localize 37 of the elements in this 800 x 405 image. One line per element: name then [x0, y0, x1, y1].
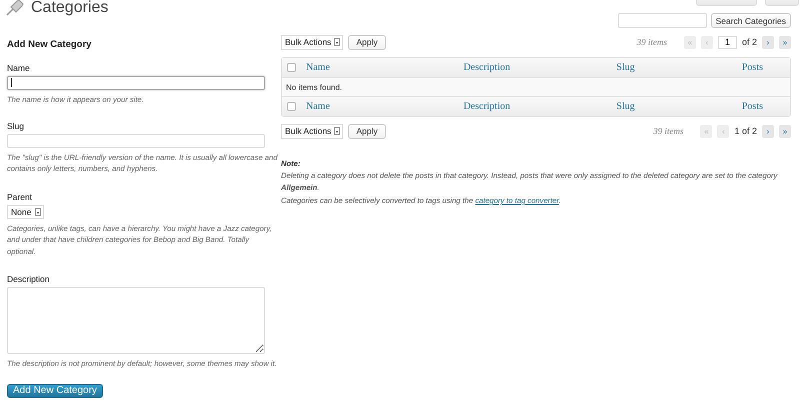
- column-header[interactable]: Posts: [742, 62, 763, 73]
- field-label: Description: [7, 274, 51, 284]
- page-indicator: 1 of 2: [734, 126, 757, 136]
- item-count: 39 items: [636, 37, 667, 47]
- apply-button[interactable]: Apply: [348, 34, 386, 50]
- page-number-field[interactable]: 1: [718, 36, 737, 48]
- page-nav-button[interactable]: »: [779, 36, 791, 48]
- page-nav-button[interactable]: ›: [762, 36, 774, 48]
- form-heading: Add New Category: [7, 39, 92, 52]
- field-label: Name: [7, 63, 31, 73]
- text-field[interactable]: [7, 76, 265, 90]
- add-category-button[interactable]: Add New Category: [7, 384, 103, 398]
- column-header[interactable]: Slug: [616, 62, 635, 73]
- select-all-checkbox[interactable]: [287, 102, 296, 111]
- column-header[interactable]: Name: [306, 101, 330, 112]
- bulk-actions-dropdown[interactable]: Bulk Actions: [281, 34, 344, 50]
- search-button[interactable]: Search Categories: [710, 13, 791, 28]
- item-count: 39 items: [653, 126, 684, 136]
- empty-message: No items found.: [286, 82, 342, 92]
- page-total: of 2: [742, 37, 757, 47]
- field-label: Parent: [7, 192, 34, 202]
- page-nav-button[interactable]: »: [779, 124, 791, 138]
- bulk-actions-dropdown[interactable]: Bulk Actions: [281, 124, 344, 138]
- parent-dropdown[interactable]: None: [7, 204, 44, 218]
- column-header[interactable]: Name: [306, 62, 330, 73]
- description-field[interactable]: [7, 287, 265, 354]
- select-all-checkbox[interactable]: [287, 63, 296, 72]
- column-header[interactable]: Description: [463, 62, 510, 73]
- page-title: Categories: [31, 0, 108, 16]
- pushpin-icon: [5, 0, 25, 16]
- field-label: Slug: [7, 120, 26, 130]
- column-header[interactable]: Description: [463, 101, 510, 112]
- column-header[interactable]: Slug: [616, 101, 635, 112]
- search-field[interactable]: [618, 13, 707, 28]
- apply-button[interactable]: Apply: [348, 124, 386, 138]
- column-header[interactable]: Posts: [742, 101, 763, 112]
- page-nav-button[interactable]: ›: [762, 124, 774, 138]
